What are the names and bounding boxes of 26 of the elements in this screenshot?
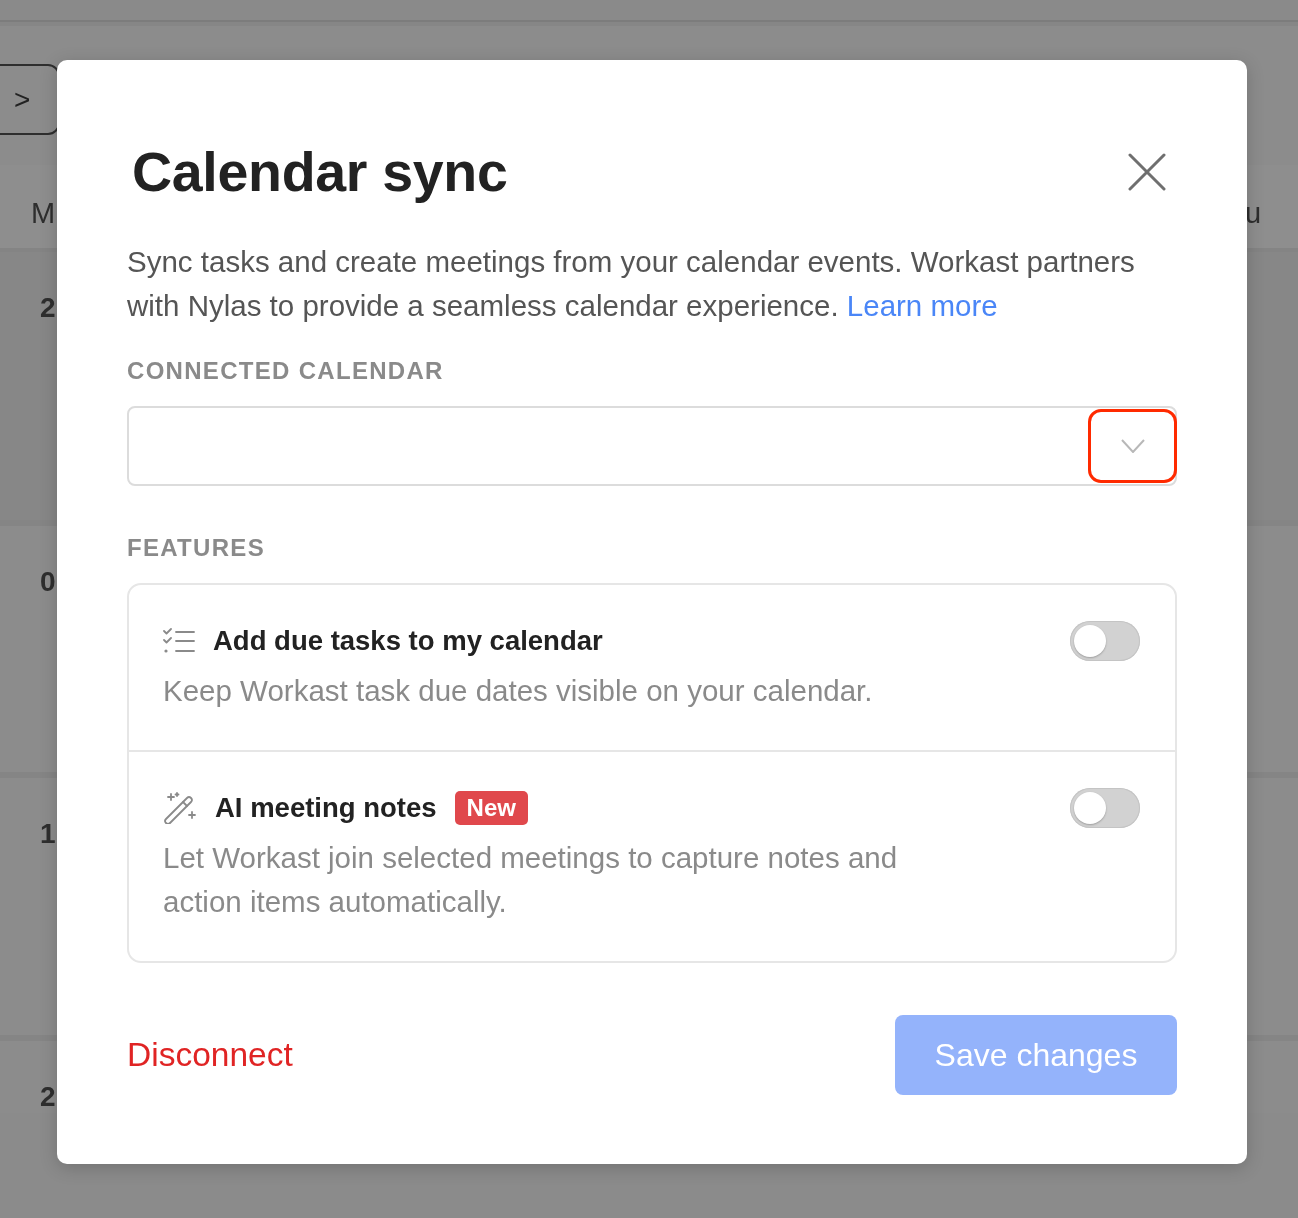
chevron-down-icon: [1121, 439, 1145, 453]
weekday-label: M: [31, 196, 56, 231]
section-label: FEATURES: [127, 533, 266, 563]
day-number: 0: [40, 566, 56, 598]
magic-wand-icon: [163, 792, 197, 824]
weekday-label: u: [1245, 196, 1262, 231]
dialog-description: Sync tasks and create meetings from your calendar events. Workast partners with Nylas to provide a seamless calendar experience. Learn more: [127, 244, 1136, 324]
disconnect-button[interactable]: Disconnect: [127, 1035, 293, 1075]
feature-title: Add due tasks to my calendar: [213, 624, 603, 658]
feature-description: Keep Workast task due dates visible on your calendar.: [163, 673, 874, 709]
dialog-title: Calendar sync: [132, 140, 508, 204]
toggle-switch[interactable]: [1070, 788, 1140, 828]
feature-title: AI meeting notes: [215, 791, 437, 825]
new-badge: New: [454, 791, 528, 825]
learn-more-link[interactable]: Learn more: [846, 289, 998, 322]
toggle-switch[interactable]: [1070, 621, 1140, 661]
checklist-icon: [163, 628, 195, 654]
section-label: CONNECTED CALENDAR: [127, 356, 445, 386]
calendar-dropdown[interactable]: [127, 406, 1177, 486]
day-number: 1: [40, 818, 56, 850]
day-number: 2: [40, 1081, 56, 1113]
feature-description: Let Workast join selected meetings to capture notes and action items automatically.: [163, 840, 899, 920]
day-number: 2: [40, 292, 56, 324]
close-button[interactable]: [1128, 153, 1166, 191]
close-icon: [1128, 153, 1166, 191]
nav-button[interactable]: >: [0, 64, 60, 135]
